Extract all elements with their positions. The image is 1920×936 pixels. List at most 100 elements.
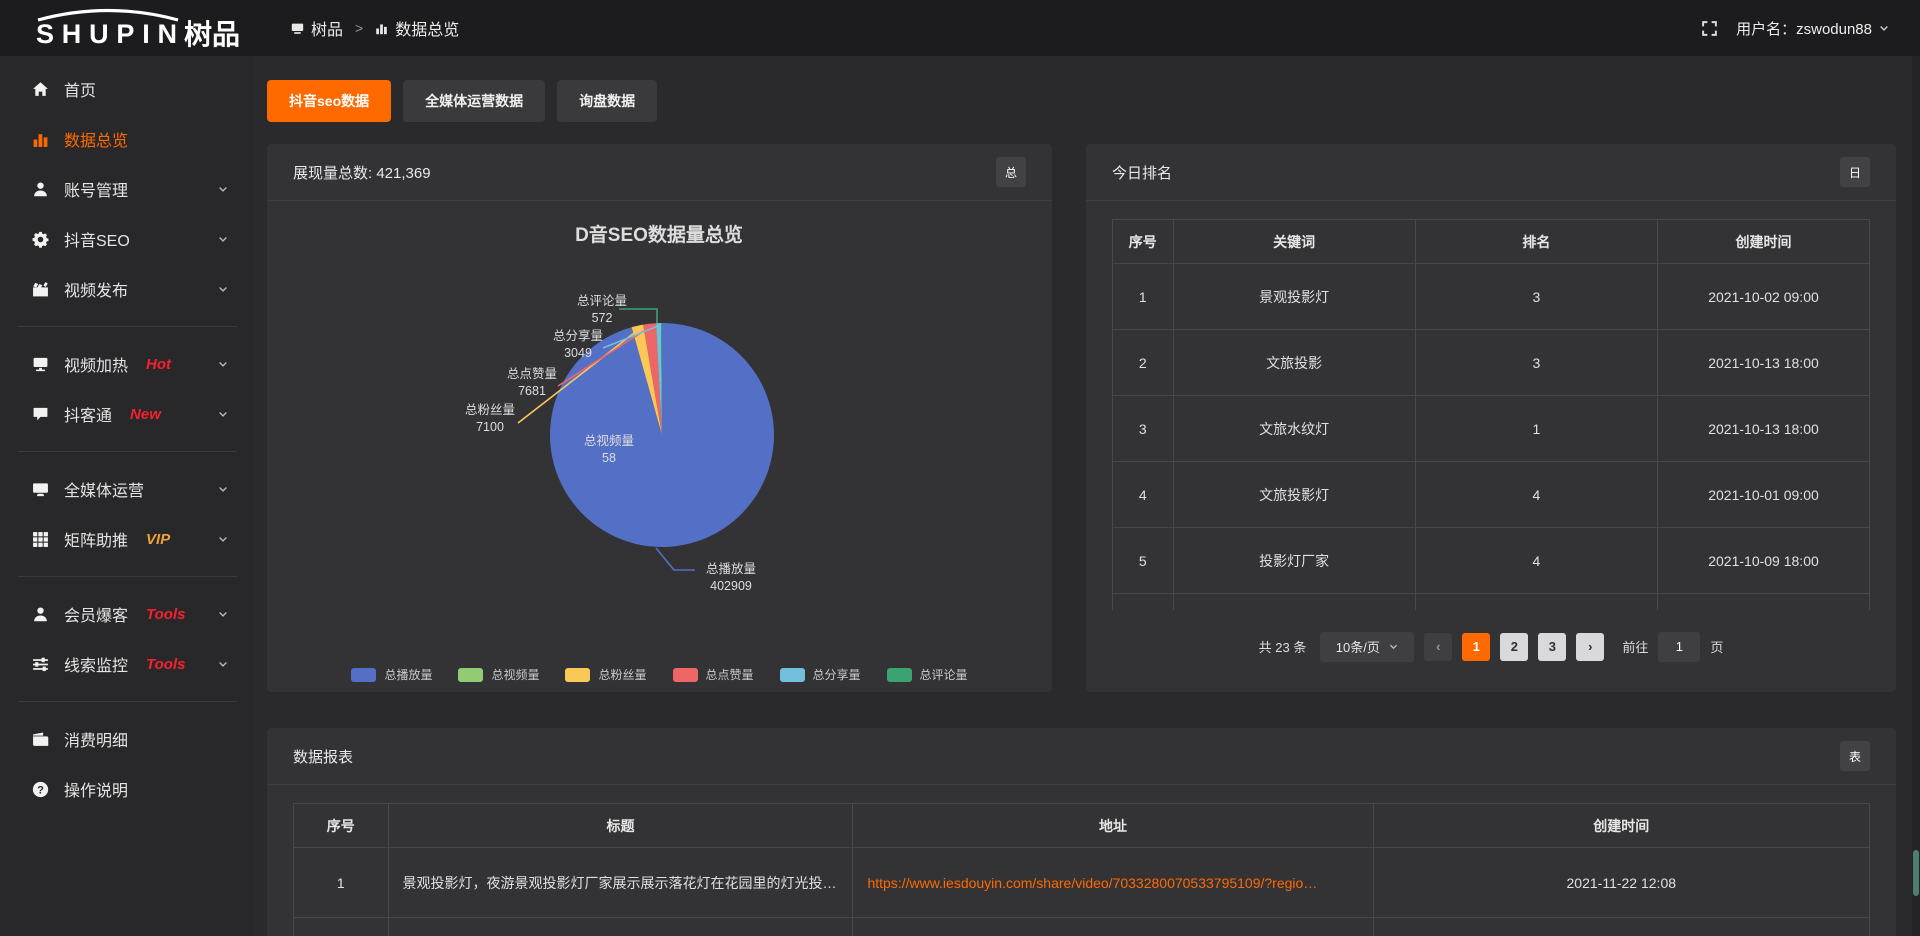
table-cell: 4: [1113, 462, 1174, 528]
column-header: 序号: [294, 804, 389, 848]
report-card-title: 数据报表: [293, 746, 353, 767]
legend-item-1[interactable]: 总视频量: [458, 666, 539, 683]
legend-swatch: [780, 668, 805, 682]
sidebar-item-media-operation[interactable]: 全媒体运营: [0, 464, 255, 514]
sidebar-item-data-overview[interactable]: 数据总览: [0, 114, 255, 164]
table-row: [294, 918, 1870, 936]
page-button-1[interactable]: 1: [1462, 633, 1490, 661]
sidebar-item-video-publish[interactable]: 视频发布: [0, 264, 255, 314]
day-toggle-button[interactable]: 日: [1840, 157, 1870, 187]
bar-chart-icon: [32, 131, 49, 148]
column-header: 创建时间: [1658, 220, 1870, 264]
table-header-row: 序号标题地址创建时间: [294, 804, 1870, 848]
tab-1[interactable]: 全媒体运营数据: [403, 80, 545, 122]
sidebar-item-member-baoke[interactable]: 会员爆客Tools: [0, 589, 255, 639]
legend-item-5[interactable]: 总评论量: [887, 666, 968, 683]
screen-small-icon: [291, 22, 304, 35]
table-row: 1景观投影灯，夜游景观投影灯厂家展示展示落花灯在花园里的灯光投影应用效果 #ht…: [294, 848, 1870, 918]
overview-card-title: 展现量总数: 421,369: [293, 162, 431, 183]
legend-item-4[interactable]: 总分享量: [780, 666, 861, 683]
video-link[interactable]: https://www.iesdouyin.com/share/video/70…: [853, 848, 1373, 918]
sidebar-item-operation-guide[interactable]: ?操作说明: [0, 764, 255, 814]
chevron-down-icon: [217, 608, 229, 620]
pie-leader-line: [619, 309, 657, 323]
legend-swatch: [673, 668, 698, 682]
column-header: 排名: [1415, 220, 1657, 264]
sidebar-divider: [18, 326, 237, 327]
legend-item-2[interactable]: 总粉丝量: [565, 666, 646, 683]
table-cell: 2021-10-09 18:00: [1658, 528, 1870, 594]
sidebar-item-matrix-boost[interactable]: 矩阵助推VIP: [0, 514, 255, 564]
page-scrollbar[interactable]: [1912, 56, 1920, 936]
table-cell: 文旅水纹灯: [1173, 396, 1415, 462]
sidebar-item-video-heat[interactable]: 视频加热Hot: [0, 339, 255, 389]
user-menu[interactable]: 用户名：zswodun88: [1736, 18, 1890, 39]
table-cell: [1113, 594, 1174, 610]
chevron-down-icon: [217, 283, 229, 295]
username-label: 用户名：zswodun88: [1736, 18, 1872, 39]
sidebar-item-label: 线索监控: [64, 652, 128, 676]
table-row: 1景观投影灯32021-10-02 09:00: [1113, 264, 1870, 330]
chevron-down-icon: [217, 658, 229, 670]
table-cell: 2021-10-02 09:00: [1658, 264, 1870, 330]
data-tabs: 抖音seo数据全媒体运营数据询盘数据: [267, 80, 1896, 122]
scrollbar-thumb[interactable]: [1913, 850, 1919, 896]
table-row: 2文旅投影32021-10-13 18:00: [1113, 330, 1870, 396]
sidebar-item-account-management[interactable]: 账号管理: [0, 164, 255, 214]
chat-icon: [32, 406, 49, 423]
total-toggle-button[interactable]: 总: [996, 157, 1026, 187]
column-header: 地址: [853, 804, 1373, 848]
table-cell: 2021-10-13 18:00: [1658, 396, 1870, 462]
sidebar-item-douyin-seo[interactable]: 抖音SEO: [0, 214, 255, 264]
chevron-down-icon: [217, 233, 229, 245]
breadcrumb-item-shupin[interactable]: 树品: [291, 16, 343, 40]
sidebar-item-badge: Hot: [146, 356, 171, 373]
sidebar-item-consumption-detail[interactable]: 消费明细: [0, 714, 255, 764]
tab-2[interactable]: 询盘数据: [557, 80, 657, 122]
sidebar-item-clue-monitor[interactable]: 线索监控 Tools: [0, 639, 255, 689]
table-toggle-button[interactable]: 表: [1840, 741, 1870, 771]
page-size-select[interactable]: 10条/页: [1320, 632, 1414, 662]
table-header-row: 序号关键词排名创建时间: [1113, 220, 1870, 264]
monitor-icon: [32, 481, 49, 498]
prev-page-button[interactable]: ‹: [1424, 633, 1452, 661]
pie-leader-line: [656, 548, 695, 570]
legend-item-3[interactable]: 总点赞量: [673, 666, 754, 683]
legend-label: 总分享量: [813, 666, 861, 683]
wallet-icon: [32, 731, 49, 748]
table-cell: [294, 918, 389, 936]
sidebar-item-badge: Tools: [146, 656, 185, 673]
shupin-logo-icon: SHUPIN 树品: [26, 7, 248, 49]
ranking-table: 序号关键词排名创建时间1景观投影灯32021-10-02 09:002文旅投影3…: [1112, 219, 1870, 610]
fullscreen-icon[interactable]: [1701, 20, 1718, 37]
breadcrumb: 树品 > 数据总览: [291, 16, 459, 40]
sidebar-item-badge: Tools: [146, 606, 185, 623]
legend-swatch: [565, 668, 590, 682]
seo-pie-chart[interactable]: D音SEO数据量总览总播放量402909总视频量58总粉丝量7100总点赞量76…: [267, 201, 1052, 657]
table-cell: 文旅投影灯: [1173, 462, 1415, 528]
sidebar-item-douketong[interactable]: 抖客通New: [0, 389, 255, 439]
app-logo[interactable]: SHUPIN 树品: [0, 7, 255, 49]
table-cell: 1: [1113, 264, 1174, 330]
breadcrumb-item-data-overview[interactable]: 数据总览: [375, 16, 459, 40]
pagination-total: 共 23 条: [1259, 637, 1307, 656]
ranking-card-title: 今日排名: [1112, 162, 1172, 183]
sidebar: 首页数据总览账号管理抖音SEO视频发布视频加热Hot抖客通New全媒体运营矩阵助…: [0, 56, 255, 936]
goto-label: 前往: [1622, 637, 1648, 656]
page-button-2[interactable]: 2: [1500, 633, 1528, 661]
legend-item-0[interactable]: 总播放量: [351, 666, 432, 683]
page-button-3[interactable]: 3: [1538, 633, 1566, 661]
legend-label: 总视频量: [491, 666, 539, 683]
sidebar-item-label: 数据总览: [64, 127, 128, 151]
overview-card: 展现量总数: 421,369 总 D音SEO数据量总览总播放量402909总视频…: [267, 144, 1052, 692]
sidebar-item-label: 矩阵助推: [64, 527, 128, 551]
next-page-button[interactable]: ›: [1576, 633, 1604, 661]
column-header: 序号: [1113, 220, 1174, 264]
table-cell: 2021-10-01 09:00: [1658, 462, 1870, 528]
sidebar-item-home[interactable]: 首页: [0, 64, 255, 114]
svg-text:SHUPIN: SHUPIN: [36, 19, 178, 49]
tab-0[interactable]: 抖音seo数据: [267, 80, 391, 122]
goto-page-input[interactable]: [1658, 632, 1700, 662]
table-cell: 景观投影灯: [1173, 264, 1415, 330]
legend-swatch: [458, 668, 483, 682]
